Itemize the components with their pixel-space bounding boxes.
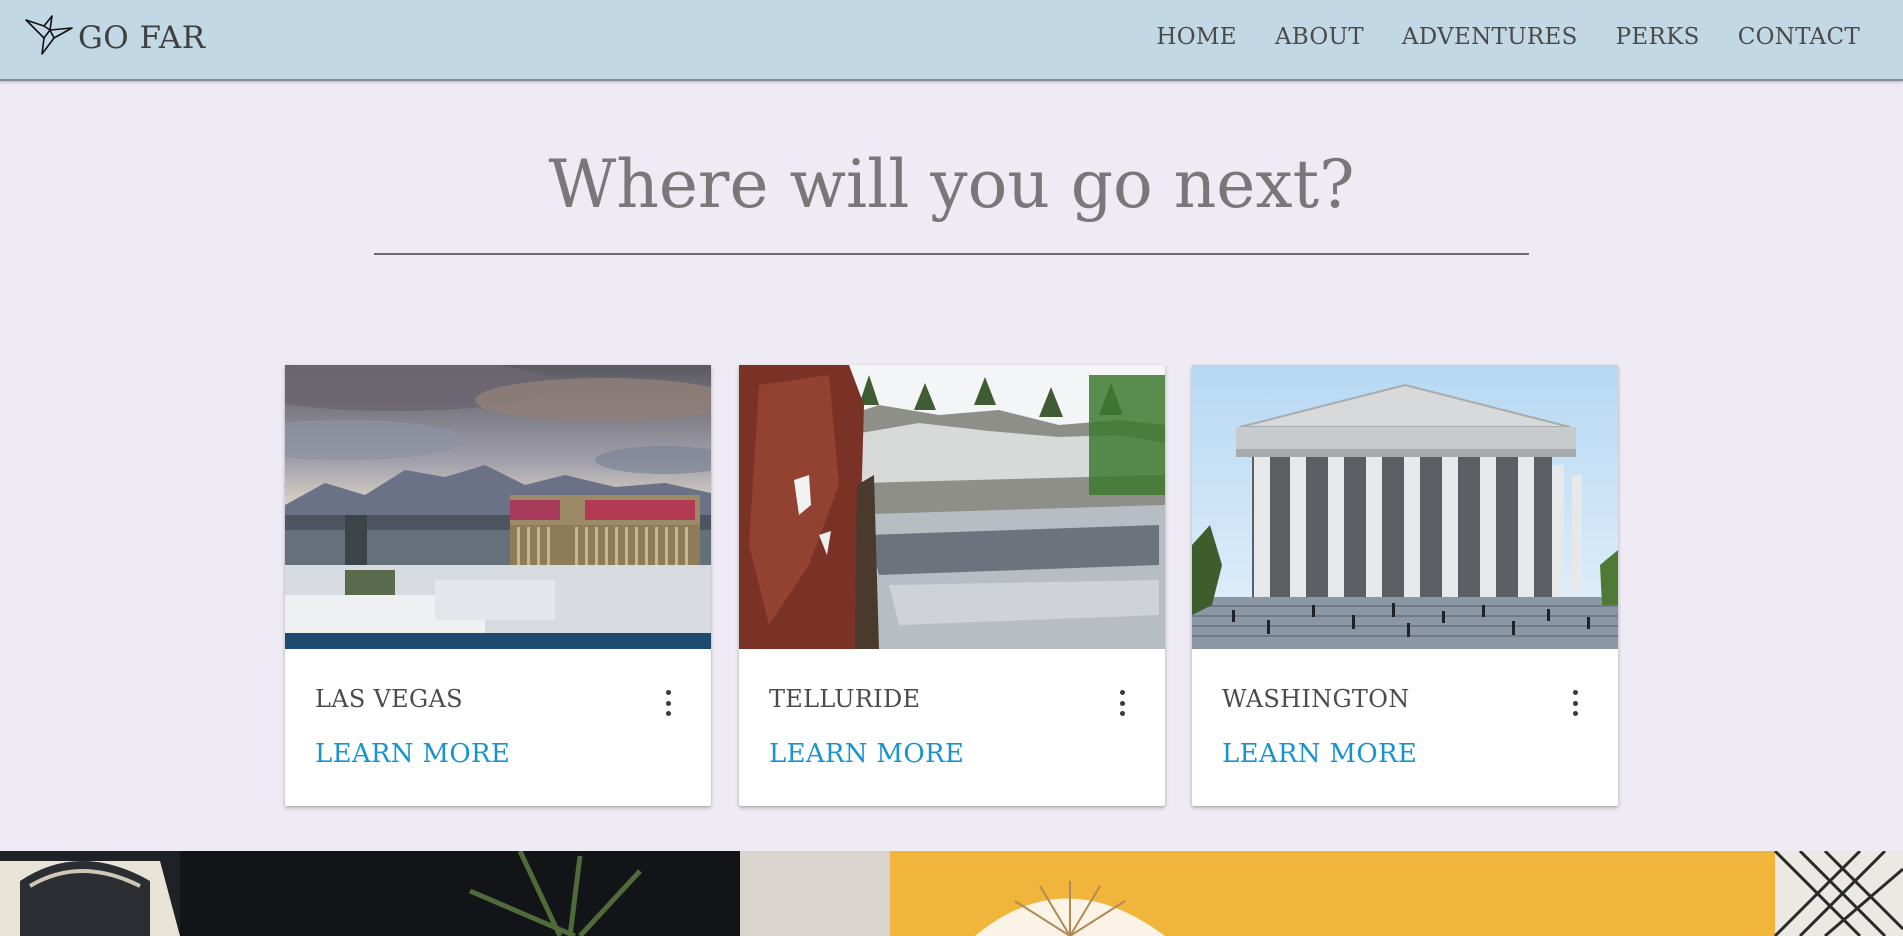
page-headline: Where will you go next? — [548, 146, 1355, 223]
nav-perks[interactable]: PERKS — [1616, 26, 1700, 49]
learn-more-link[interactable]: LEARN MORE — [769, 741, 964, 767]
jefferson-memorial-photo — [1192, 365, 1618, 649]
main-nav: HOME ABOUT ADVENTURES PERKS CONTACT — [1156, 26, 1860, 49]
las-vegas-skyline-photo — [285, 365, 711, 649]
more-vertical-icon[interactable] — [661, 690, 675, 716]
logo-text: GO FAR — [78, 20, 206, 56]
card-title: LAS VEGAS — [315, 685, 463, 713]
headline-divider — [374, 253, 1529, 255]
nav-contact[interactable]: CONTACT — [1738, 26, 1860, 49]
destination-card-telluride: TELLURIDE LEARN MORE — [739, 365, 1165, 806]
card-title: WASHINGTON — [1222, 685, 1410, 713]
card-title: TELLURIDE — [769, 685, 921, 713]
destination-card-las-vegas: LAS VEGAS LEARN MORE — [285, 365, 711, 806]
more-vertical-icon[interactable] — [1115, 690, 1129, 716]
more-vertical-icon[interactable] — [1568, 690, 1582, 716]
nav-about[interactable]: ABOUT — [1275, 26, 1364, 49]
snowy-river-gorge-photo — [739, 365, 1165, 649]
logo-link[interactable]: GO FAR — [24, 14, 206, 56]
learn-more-link[interactable]: LEARN MORE — [1222, 741, 1417, 767]
footer-banner-photo — [0, 851, 1903, 936]
site-header: GO FAR HOME ABOUT ADVENTURES PERKS CONTA… — [0, 0, 1903, 81]
destination-card-washington: WASHINGTON LEARN MORE — [1192, 365, 1618, 806]
nav-adventures[interactable]: ADVENTURES — [1402, 26, 1578, 49]
learn-more-link[interactable]: LEARN MORE — [315, 741, 510, 767]
origami-bird-icon — [25, 15, 73, 55]
nav-home[interactable]: HOME — [1156, 26, 1236, 49]
